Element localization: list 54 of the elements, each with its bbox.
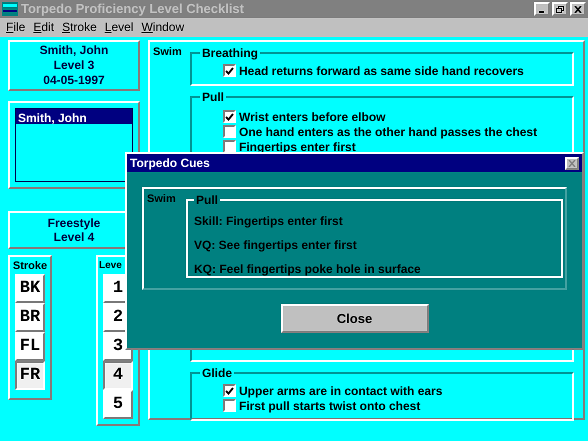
app-icon bbox=[2, 2, 18, 16]
check-icon bbox=[225, 386, 234, 394]
menu-item[interactable]: Stroke bbox=[58, 18, 101, 36]
stroke-label: Stroke bbox=[12, 259, 48, 274]
close-button[interactable]: Close bbox=[280, 304, 428, 333]
checkbox[interactable] bbox=[223, 64, 236, 77]
group-title: Breathing bbox=[201, 45, 260, 62]
window-title: Torpedo Proficiency Level Checklist bbox=[21, 0, 244, 18]
stroke-button[interactable]: BK bbox=[15, 274, 45, 303]
stroke-button[interactable]: FL bbox=[15, 332, 45, 361]
checkbox[interactable] bbox=[223, 384, 236, 397]
stroke-button[interactable]: FR bbox=[15, 361, 45, 390]
level-label: Leve bbox=[98, 259, 122, 273]
checklist-item: Head returns forward as same side hand recovers bbox=[239, 62, 524, 80]
menu-item[interactable]: Edit bbox=[29, 18, 58, 36]
checklist-item: Upper arms are in contact with ears bbox=[239, 382, 442, 400]
cue-text: KQ: Feel fingertips poke hole in surface bbox=[194, 261, 422, 274]
cue-text: VQ: See fingertips enter first bbox=[194, 237, 358, 250]
stroke-button[interactable]: BR bbox=[15, 303, 45, 332]
cue-text: Skill: Fingertips enter first bbox=[194, 213, 344, 226]
group-title: Glide bbox=[201, 365, 234, 382]
stroke-label: Swim bbox=[152, 45, 183, 60]
check-icon bbox=[225, 112, 234, 120]
menu-item[interactable]: Level bbox=[100, 18, 138, 36]
swimmer-level: Level 3 bbox=[54, 58, 94, 73]
minimize-button[interactable] bbox=[534, 2, 550, 16]
close-button[interactable] bbox=[570, 2, 586, 16]
dialog-title: Torpedo Cues bbox=[130, 155, 210, 172]
close-icon bbox=[574, 6, 582, 12]
checkbox[interactable] bbox=[223, 140, 236, 153]
checkbox[interactable] bbox=[223, 125, 236, 138]
checklist-item: First pull starts twist onto chest bbox=[239, 398, 420, 414]
close-button[interactable] bbox=[565, 156, 579, 170]
checkbox[interactable] bbox=[223, 110, 236, 123]
checklist-item: Wrist enters before elbow bbox=[239, 108, 386, 126]
close-icon bbox=[568, 160, 576, 166]
list-item[interactable]: Smith, John bbox=[16, 109, 132, 124]
level-button[interactable]: 4 bbox=[103, 361, 133, 390]
group-title: Pull bbox=[201, 89, 226, 106]
check-icon bbox=[225, 66, 234, 74]
stroke-label: Swim bbox=[146, 192, 177, 207]
menu-item[interactable]: File bbox=[2, 18, 30, 36]
restore-icon bbox=[556, 6, 564, 12]
swimmer-date: 04-05-1997 bbox=[43, 73, 105, 88]
checklist-item: Fingertips enter first bbox=[239, 138, 356, 156]
stroke-level: Level 4 bbox=[54, 230, 94, 244]
checkbox[interactable] bbox=[223, 399, 236, 412]
restore-button[interactable] bbox=[552, 2, 568, 16]
group-title: Pull bbox=[195, 192, 220, 209]
swimmer-name: Smith, John bbox=[40, 43, 108, 58]
menu-item[interactable]: Window bbox=[137, 18, 188, 36]
checklist-item: One hand enters as the other hand passes the chest bbox=[239, 124, 538, 140]
level-button[interactable]: 5 bbox=[103, 390, 133, 419]
stroke-name: Freestyle bbox=[48, 216, 100, 230]
